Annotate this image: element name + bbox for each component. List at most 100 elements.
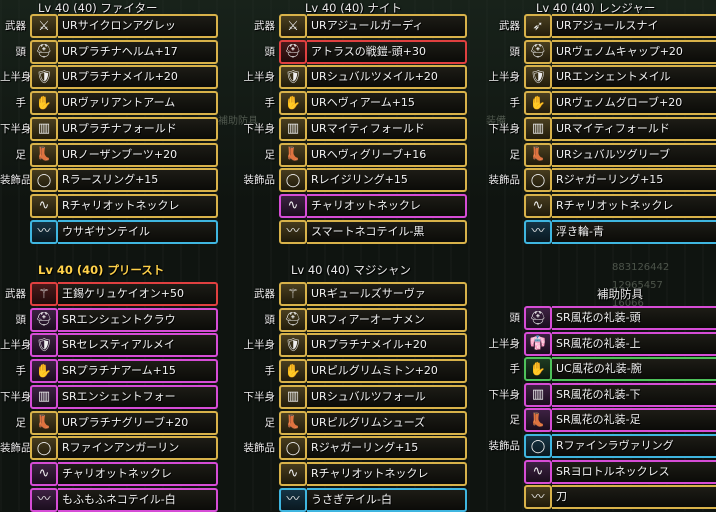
item-icon[interactable]: ✋ [524,357,552,382]
equipment-slot-row[interactable]: 手 ✋ UC風花の礼装-腕 [488,357,716,382]
equipment-slot-row[interactable]: 装飾品 ◯ Rジャガーリング+15 [243,436,469,461]
equipment-slot-row[interactable]: 手 ✋ URヴァリアントアーム [0,91,220,116]
item-name[interactable]: URマイティフォールド [307,116,467,141]
equipment-slot-row[interactable]: 足 👢 SR風花の礼装-足 [488,408,716,433]
item-icon[interactable]: 🛡 [279,65,307,90]
equipment-slot-row[interactable]: 頭 ⛑ URフィアーオーナメン [243,307,469,332]
equipment-slot-row[interactable]: 足 👢 URヘヴィグリーブ+16 [243,142,469,167]
item-name[interactable]: 王錫ケリュケイオン+50 [58,282,218,306]
item-name[interactable]: URヴェノムグローブ+20 [552,91,716,116]
item-name[interactable]: SRエンシェントフォー [58,384,218,409]
item-name[interactable]: Rレイジリング+15 [307,168,467,193]
item-name[interactable]: Rチャリオットネックレ [58,193,218,218]
item-icon[interactable]: ⚔ [279,14,307,38]
equipment-slot-row[interactable]: 上半身 🛡 URシュバルツメイル+20 [243,65,469,90]
item-name[interactable]: URアジュールガーディ [307,14,467,38]
item-name[interactable]: URアジュールスナイ [552,14,716,38]
equipment-slot-row[interactable]: 上半身 👘 SR風花の礼装-上 [488,331,716,356]
item-icon[interactable]: ◯ [524,434,552,458]
equipment-slot-row[interactable]: 足 👢 URプラチナグリーブ+20 [0,410,220,435]
item-name[interactable]: 浮き輪-青 [552,219,716,244]
equipment-slot-row[interactable]: 上半身 🛡 URプラチナメイル+20 [243,333,469,358]
equipment-slot-row[interactable]: 上半身 🛡 SRセレスティアルメイ [0,333,220,358]
item-icon[interactable]: 👢 [524,142,552,167]
item-icon[interactable]: ◯ [279,436,307,461]
item-icon[interactable]: 👢 [30,142,58,167]
item-name[interactable]: Rラースリング+15 [58,168,218,193]
item-name[interactable]: SR風花の礼装-上 [552,331,716,356]
equipment-slot-row[interactable]: 下半身 ▥ URシュバルツフォール [243,384,469,409]
item-icon[interactable]: ⛑ [279,307,307,332]
equipment-slot-row[interactable]: 手 ✋ URヘヴィアーム+15 [243,91,469,116]
equipment-slot-row[interactable]: 〰スマートネコテイル-黒 [243,219,469,244]
equipment-slot-row[interactable]: 頭 ⛑ URヴェノムキャップ+20 [488,39,716,64]
equipment-slot-row[interactable]: ∿ チャリオットネックレ [243,193,469,218]
equipment-slot-row[interactable]: 武器 ⚚ URギュールズサーヴァ [243,282,469,306]
item-name[interactable]: アトラスの戦鎧-頭+30 [307,39,467,64]
item-icon[interactable]: 🛡 [279,333,307,358]
item-name[interactable]: 刀 [552,485,716,510]
item-icon[interactable]: 👢 [279,142,307,167]
equipment-slot-row[interactable]: 下半身 ▥ SRエンシェントフォー [0,384,220,409]
equipment-slot-row[interactable]: 下半身 ▥ SR風花の礼装-下 [488,382,716,407]
equipment-slot-row[interactable]: ∿ Rチャリオットネックレ [488,193,716,218]
equipment-slot-row[interactable]: 武器 ⚚ 王錫ケリュケイオン+50 [0,282,220,306]
item-name[interactable]: Rファインアンガーリン [58,436,218,461]
item-icon[interactable]: ✋ [30,359,58,384]
item-name[interactable]: URフィアーオーナメン [307,307,467,332]
item-name[interactable]: URヴェノムキャップ+20 [552,39,716,64]
item-name[interactable]: Rチャリオットネックレ [307,461,467,486]
item-name[interactable]: SR風花の礼装-足 [552,408,716,433]
item-icon[interactable]: 〰 [524,485,552,510]
item-icon[interactable]: ⚚ [30,282,58,306]
item-name[interactable]: URシュバルツフォール [307,384,467,409]
item-icon[interactable]: 〰 [30,219,58,244]
item-icon[interactable]: ∿ [279,193,307,218]
equipment-slot-row[interactable]: ∿ Rチャリオットネックレ [243,461,469,486]
equipment-slot-row[interactable]: 上半身 🛡 URエンシェントメイル [488,65,716,90]
item-name[interactable]: SRヨロトルネックレス [552,459,716,484]
item-name[interactable]: うさぎテイル-白 [307,487,467,512]
item-name[interactable]: もふもふネコテイル-白 [58,487,218,512]
item-name[interactable]: Rファインラヴァリング [552,434,716,458]
equipment-slot-row[interactable]: 〰ウサギサンテイル [0,219,220,244]
item-icon[interactable]: ⚚ [279,282,307,306]
item-icon[interactable]: ▥ [524,116,552,141]
item-name[interactable]: SR風花の礼装-頭 [552,306,716,330]
item-icon[interactable]: 👢 [30,410,58,435]
item-icon[interactable]: ⛑ [524,306,552,330]
item-name[interactable]: URプラチナフォールド [58,116,218,141]
equipment-slot-row[interactable]: 頭 ⛑ アトラスの戦鎧-頭+30 [243,39,469,64]
item-name[interactable]: URエンシェントメイル [552,65,716,90]
equipment-slot-row[interactable]: 装飾品 ◯ Rジャガーリング+15 [488,168,716,193]
equipment-slot-row[interactable]: 頭 ⛑ SRエンシェントクラウ [0,307,220,332]
item-icon[interactable]: ▥ [279,384,307,409]
item-icon[interactable]: ∿ [279,461,307,486]
equipment-slot-row[interactable]: 武器 ⚔ URサイクロンアグレッ [0,14,220,38]
equipment-slot-row[interactable]: 上半身 🛡 URプラチナメイル+20 [0,65,220,90]
equipment-slot-row[interactable]: ∿ SRヨロトルネックレス [488,459,716,484]
item-name[interactable]: URノーザンブーツ+20 [58,142,218,167]
equipment-slot-row[interactable]: 武器 ➶ URアジュールスナイ [488,14,716,38]
item-icon[interactable]: ∿ [524,193,552,218]
item-name[interactable]: URサイクロンアグレッ [58,14,218,38]
equipment-slot-row[interactable]: ∿ Rチャリオットネックレ [0,193,220,218]
item-icon[interactable]: 🛡 [524,65,552,90]
item-icon[interactable]: ▥ [279,116,307,141]
item-name[interactable]: URシュバルツメイル+20 [307,65,467,90]
item-icon[interactable]: ◯ [30,436,58,461]
item-icon[interactable]: 🛡 [30,65,58,90]
equipment-slot-row[interactable]: 下半身 ▥ URマイティフォールド [488,116,716,141]
equipment-slot-row[interactable]: 下半身 ▥ URプラチナフォールド [0,116,220,141]
equipment-slot-row[interactable]: 手 ✋ SRプラチナアーム+15 [0,359,220,384]
item-name[interactable]: URプラチナメイル+20 [307,333,467,358]
item-icon[interactable]: ⚔ [30,14,58,38]
equipment-slot-row[interactable]: 手 ✋ URヴェノムグローブ+20 [488,91,716,116]
equipment-slot-row[interactable]: 〰うさぎテイル-白 [243,487,469,512]
item-icon[interactable]: ◯ [524,168,552,193]
equipment-slot-row[interactable]: 下半身 ▥ URマイティフォールド [243,116,469,141]
equipment-slot-row[interactable]: 手 ✋ URピルグリムミトン+20 [243,359,469,384]
item-name[interactable]: スマートネコテイル-黒 [307,219,467,244]
item-icon[interactable]: 〰 [524,219,552,244]
equipment-slot-row[interactable]: 頭 ⛑ URプラチナヘルム+17 [0,39,220,64]
